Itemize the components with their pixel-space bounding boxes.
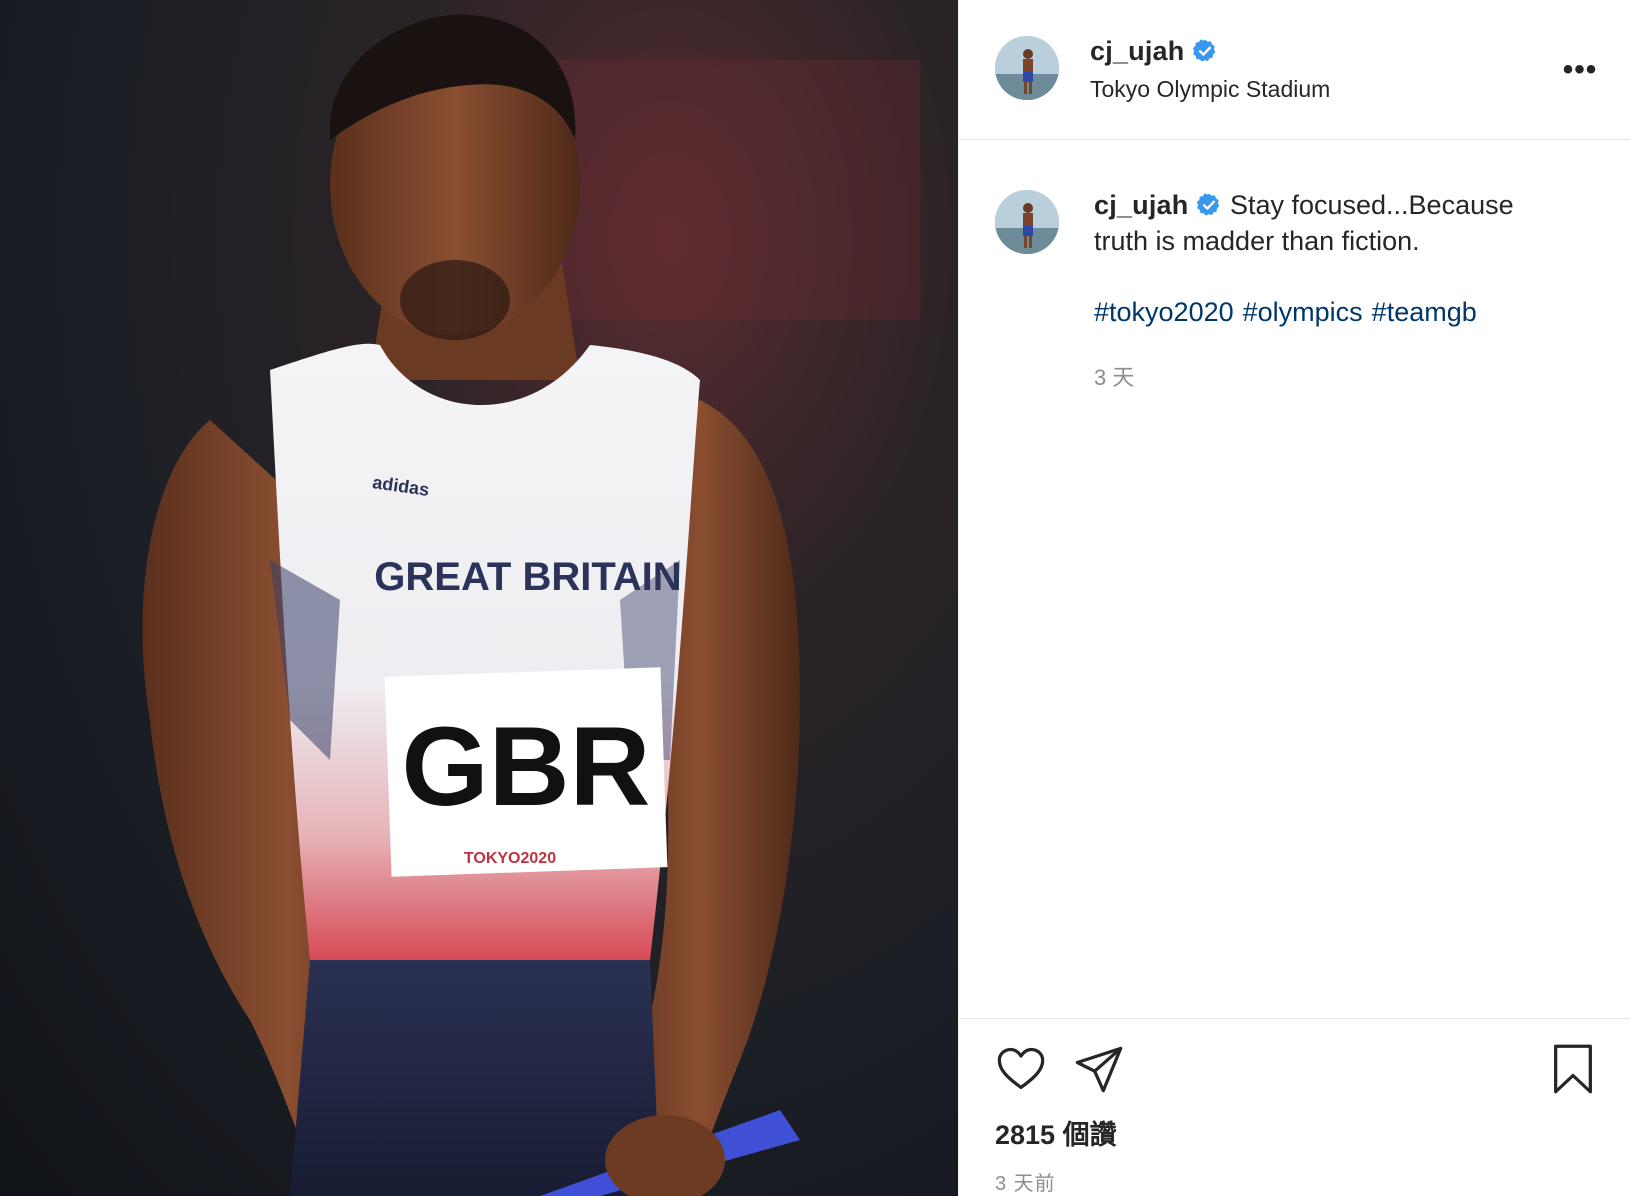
post-location[interactable]: Tokyo Olympic Stadium <box>1090 76 1330 103</box>
share-button[interactable] <box>1073 1043 1125 1095</box>
like-count[interactable]: 2815 個讚 <box>995 1113 1117 1152</box>
caption-area: cj_ujah Stay focused...Because truth is … <box>959 140 1630 1018</box>
heart-icon <box>997 1047 1045 1090</box>
avatar-image <box>995 36 1059 100</box>
caption-username[interactable]: cj_ujah <box>1094 190 1188 220</box>
more-options-button[interactable]: ••• <box>1560 50 1600 90</box>
post-photo[interactable]: GREAT BRITAIN adidas GBR TOKYO2020 <box>0 0 958 1196</box>
athlete-illustration: GREAT BRITAIN adidas GBR TOKYO2020 <box>142 14 920 1196</box>
verified-badge-icon <box>1193 39 1216 62</box>
avatar-image <box>995 190 1059 254</box>
post-details-panel: cj_ujah Tokyo Olympic Stadium ••• cj_uja… <box>958 0 1630 1196</box>
post-actions: 2815 個讚 3 天前 <box>959 1018 1630 1196</box>
post-header: cj_ujah Tokyo Olympic Stadium ••• <box>959 0 1630 140</box>
paper-plane-icon <box>1075 1046 1123 1093</box>
caption-relative-time: 3 天 <box>1094 365 1135 390</box>
save-button[interactable] <box>1550 1043 1596 1095</box>
bookmark-icon <box>1554 1044 1592 1094</box>
avatar[interactable] <box>995 36 1059 100</box>
username-text[interactable]: cj_ujah <box>1090 36 1184 66</box>
bib-sub-text: TOKYO2020 <box>464 850 556 867</box>
like-button[interactable] <box>995 1043 1047 1095</box>
hashtag-list: #tokyo2020 #olympics #teamgb <box>1094 297 1486 328</box>
post-timestamp[interactable]: 3 天前 <box>995 1167 1056 1196</box>
verified-badge-icon <box>1197 193 1220 216</box>
hashtag-link[interactable]: #olympics <box>1243 297 1363 327</box>
hashtag-link[interactable]: #teamgb <box>1372 297 1477 327</box>
caption-avatar[interactable] <box>995 190 1059 254</box>
hashtag-link[interactable]: #tokyo2020 <box>1094 297 1234 327</box>
caption: cj_ujah Stay focused...Because truth is … <box>1094 187 1564 259</box>
bib-text: GBR <box>402 704 651 829</box>
more-horizontal-icon: ••• <box>1562 53 1598 86</box>
post-author-username[interactable]: cj_ujah <box>1090 36 1218 67</box>
jersey-text: GREAT BRITAIN <box>374 555 681 599</box>
